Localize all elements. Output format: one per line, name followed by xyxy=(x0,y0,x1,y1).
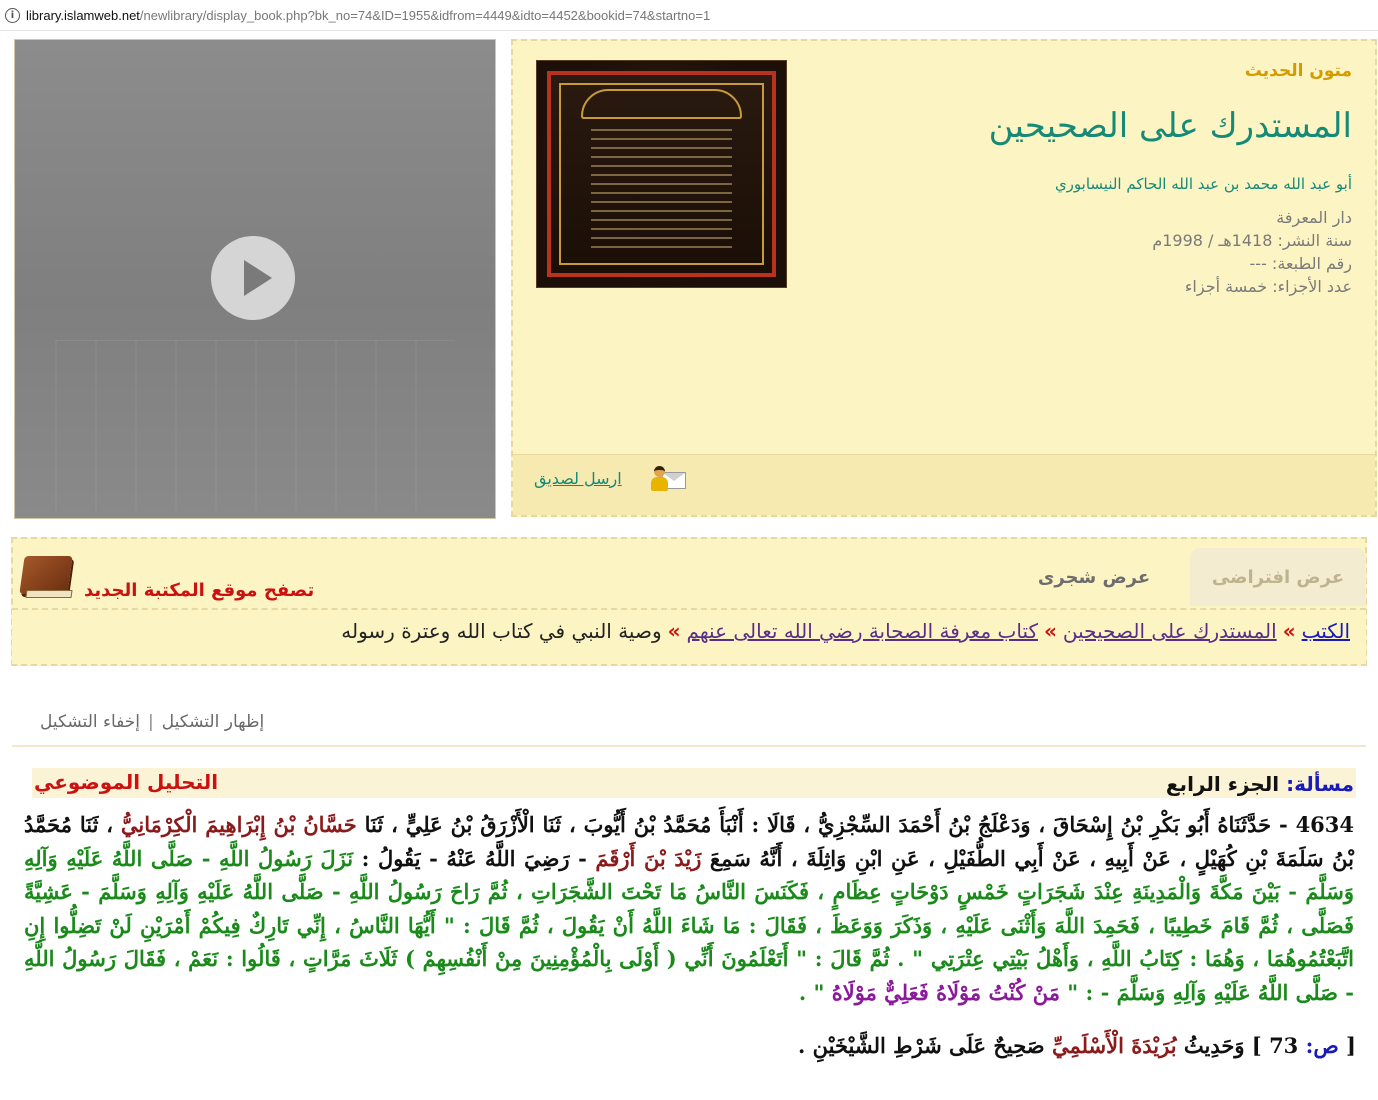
person-icon xyxy=(650,466,668,492)
section-header-band xyxy=(32,768,1356,798)
tab-virtual-view[interactable]: عرض افتراضى xyxy=(1190,548,1366,606)
narrator-link[interactable]: حَسَّانُ بْنُ إِبْرَاهِيمَ الْكِرْمَانِي… xyxy=(121,812,357,837)
book-year: سنة النشر: 1418هـ / 1998م xyxy=(1152,231,1352,250)
url-path: /newlibrary/display_book.php?bk_no=74&ID… xyxy=(139,7,711,23)
cover-frame xyxy=(547,71,776,277)
page-number: 73 xyxy=(1269,1033,1299,1058)
person-body xyxy=(651,477,668,491)
hide-diacritics-link[interactable]: إخفاء التشكيل xyxy=(40,712,140,732)
breadcrumb-books[interactable]: الكتب xyxy=(1302,619,1350,643)
cover-arch xyxy=(581,89,742,119)
url-domain: library.islamweb.net xyxy=(26,7,140,23)
play-icon xyxy=(244,260,272,296)
page-label: ص: xyxy=(1305,1033,1339,1058)
book-panel-footer xyxy=(513,454,1375,515)
hadith-chain-1: 4634 - حَدَّثَنَاهُ أَبُو بَكْرِ بْنُ إِ… xyxy=(356,812,1355,837)
divider xyxy=(12,745,1366,747)
diacritics-separator: | xyxy=(148,712,154,732)
hadith-chain-3: - رَضِيَ اللَّهُ عَنْهُ - يَقُولُ : xyxy=(353,845,596,871)
masala-label: مسألة: xyxy=(1286,772,1354,796)
breadcrumb-book[interactable]: المستدرك على الصحيحين xyxy=(1063,619,1277,643)
url-text[interactable]: library.islamweb.net/newlibrary/display_… xyxy=(26,8,710,23)
breadcrumb-separator: » xyxy=(1282,619,1296,643)
breadcrumb-separator: » xyxy=(667,619,681,643)
info-icon[interactable]: i xyxy=(5,7,20,23)
send-to-friend-icon[interactable] xyxy=(648,464,686,494)
breadcrumb-current: وصية النبي في كتاب الله وعترة رسوله xyxy=(341,619,662,643)
narrator-link[interactable]: زَيْدَ بْنَ أَرْقَمَ xyxy=(595,846,701,871)
hadith-end: " . xyxy=(798,979,832,1005)
book-icon[interactable] xyxy=(18,550,78,602)
breadcrumb-separator: » xyxy=(1044,619,1057,643)
video-poster xyxy=(55,340,455,511)
masala-value: الجزء الرابع xyxy=(1165,772,1280,796)
play-button[interactable] xyxy=(211,236,295,320)
book-author[interactable]: أبو عبد الله محمد بن عبد الله الحاكم الن… xyxy=(1055,175,1352,193)
narrator-link[interactable]: بُرَيْدَةَ الْأَسْلَمِيِّ xyxy=(1052,1033,1177,1058)
send-to-friend-link[interactable]: ارسل لصديق xyxy=(534,469,622,488)
tab-tree-view[interactable]: عرض شجرى xyxy=(1000,548,1188,606)
book-category[interactable]: متون الحديث xyxy=(1245,61,1352,81)
address-bar[interactable]: i library.islamweb.net/newlibrary/displa… xyxy=(0,0,1378,31)
person-head xyxy=(654,466,665,477)
topical-analysis-link[interactable]: التحليل الموضوعي xyxy=(34,770,218,794)
diacritics-toggle: إظهار التشكيل | إخفاء التشكيل xyxy=(40,712,264,732)
new-library-site-link[interactable]: تصفح موقع المكتبة الجديد xyxy=(84,580,314,601)
breadcrumb-chapter[interactable]: كتاب معرفة الصحابة رضي الله تعالى عنهم xyxy=(687,619,1038,643)
book-title: المستدرك على الصحيحين xyxy=(988,106,1352,146)
breadcrumb: الكتب»المستدرك على الصحيحين»كتاب معرفة ا… xyxy=(341,619,1350,643)
book-cover-image xyxy=(536,60,787,288)
hadith-highlight[interactable]: مَنْ كُنْتُ مَوْلَاهُ فَعَلِيٌّ مَوْلَاه… xyxy=(832,980,1060,1005)
masala-heading: مسألة: الجزء الرابع xyxy=(1166,772,1354,796)
book-icon-cover xyxy=(19,556,73,594)
book-publisher: دار المعرفة xyxy=(1276,208,1352,227)
page-reference: [ ص: 73 ] وَحَدِيثُ بُرَيْدَةَ الْأَسْلَ… xyxy=(798,1033,1356,1058)
book-icon-pages xyxy=(25,590,73,598)
cover-text-lines xyxy=(591,129,732,249)
book-edition: رقم الطبعة: --- xyxy=(1249,254,1352,273)
note-text-1: ] وَحَدِيثُ xyxy=(1176,1033,1270,1058)
book-volumes: عدد الأجزاء: خمسة أجزاء xyxy=(1184,277,1352,296)
video-player[interactable] xyxy=(14,39,496,519)
show-diacritics-link[interactable]: إظهار التشكيل xyxy=(162,712,264,732)
hadith-text: 4634 - حَدَّثَنَاهُ أَبُو بَكْرِ بْنُ إِ… xyxy=(24,808,1354,1009)
note-text-2: صَحِيحٌ عَلَى شَرْطِ الشَّيْخَيْنِ . xyxy=(798,1033,1052,1058)
